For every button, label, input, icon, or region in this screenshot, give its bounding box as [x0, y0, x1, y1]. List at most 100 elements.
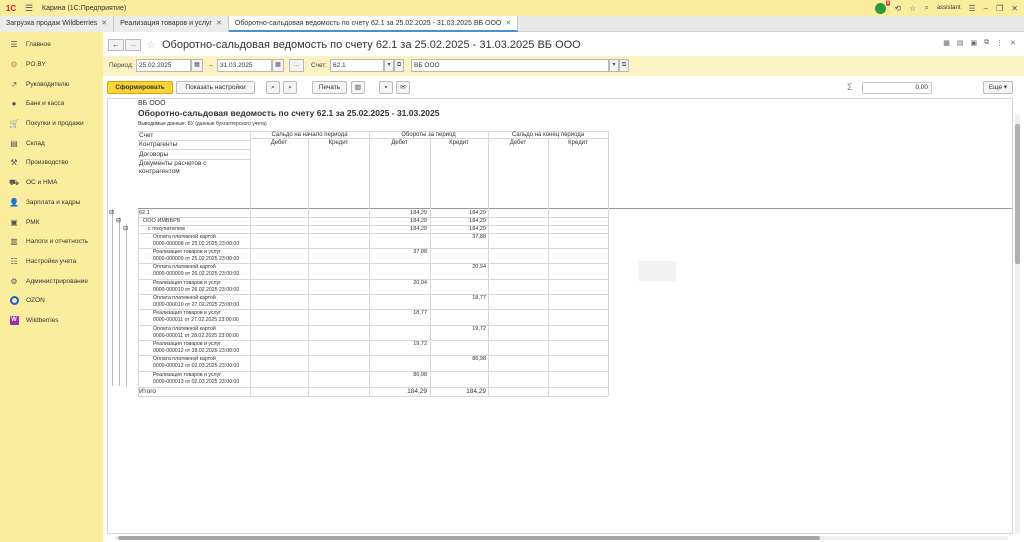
1c-logo: 1С [5, 3, 17, 13]
user-name[interactable]: assistant [937, 5, 961, 11]
sidebar-item-manager[interactable]: ↗ Руководителю [0, 74, 103, 94]
scrollbar-thumb[interactable] [118, 536, 820, 540]
chevron-down-icon[interactable]: ▾ [609, 59, 619, 72]
document-row[interactable]: Оплата платежной картой 0000-000010 от 27… [153, 295, 265, 308]
doc-credit: 19,72 [472, 326, 486, 332]
warehouse-icon: ▤ [10, 138, 18, 148]
row-turnover-debit: 184,29 [410, 226, 427, 232]
account-input[interactable]: 62.1 [330, 59, 384, 72]
back-button[interactable]: ← [108, 39, 124, 51]
notifications-icon[interactable]: 9 [875, 0, 891, 14]
sidebar-item-bank[interactable]: ● Банк и касса [0, 94, 103, 114]
collapse-group-icon[interactable]: ⊟ [116, 217, 121, 224]
sidebar-item-label: РМК [26, 218, 40, 226]
doc-line2: 0000-000011 от 28.02.2025 23:00:00 [153, 332, 239, 339]
col-credit: Кредит [568, 140, 588, 146]
sidebar-item-production[interactable]: ⚒ Производство [0, 153, 103, 173]
close-tab-icon[interactable]: ✕ [505, 20, 511, 27]
col-settlement-docs: Документы расчетов с контрагентом [139, 160, 207, 175]
cart-icon: 🛒 [9, 119, 19, 129]
calendar-icon[interactable]: ▦ [191, 59, 203, 72]
sidebar-item-wildberries[interactable]: W Wildberries [0, 311, 103, 331]
collapse-group-icon[interactable]: ⊟ [123, 225, 128, 232]
person-icon: 👤 [9, 197, 19, 207]
admin-gear-icon: ⚙ [10, 276, 18, 286]
sidebar-item-warehouse[interactable]: ▤ Склад [0, 133, 103, 153]
open-link-icon[interactable]: ⧉ [394, 59, 404, 72]
col-account: Счет [139, 132, 154, 139]
forward-button[interactable]: → [125, 39, 141, 51]
open-link-icon[interactable]: ⧉ [619, 59, 629, 72]
doc-line2: 0000-000010 от 27.02.2025 23:00:00 [153, 301, 240, 308]
save-icon[interactable]: ▪ [379, 81, 393, 94]
print-icon[interactable]: ▤ [957, 39, 964, 47]
document-row[interactable]: Реализация товаров и услуг 0000-000011 от… [153, 310, 265, 323]
report-title: Оборотно-сальдовая ведомость по счету 62… [138, 108, 440, 118]
restore-icon[interactable]: ❐ [996, 4, 1003, 13]
favorites-star-icon[interactable]: ☆ [909, 4, 916, 13]
close-window-icon[interactable]: ✕ [1011, 4, 1018, 13]
tab-sales-invoice[interactable]: Реализация товаров и услуг ✕ [114, 16, 229, 32]
sidebar-item-administration[interactable]: ⚙ Администрирование [0, 271, 103, 291]
sidebar-item-poby[interactable]: ⚙ PO.BY [0, 55, 103, 75]
more-menu-button[interactable]: Еще ▾ [983, 81, 1013, 94]
chevron-down-icon[interactable]: ▾ [384, 59, 394, 72]
minimize-icon[interactable]: – [984, 4, 988, 13]
app-titlebar: 1С ☰ Карина (1С:Предприятие) 9 ⟲ ☆ ⌕ ass… [0, 0, 1024, 16]
save-to-file-icon[interactable]: ▦ [943, 39, 950, 47]
tab-balance-sheet[interactable]: Оборотно-сальдовая ведомость по счету 62… [228, 16, 519, 32]
collapse-group-icon[interactable]: ⊟ [109, 209, 114, 216]
close-tab-icon[interactable]: ✕ [101, 20, 107, 27]
compare-icon[interactable]: ▣ [971, 39, 978, 47]
sidebar-item-main[interactable]: ☰ Главное [0, 35, 103, 55]
sidebar-item-accounting-settings[interactable]: ☷ Настройки учета [0, 252, 103, 272]
document-row[interactable]: Оплата платежной картой 0000-000012 от 02… [153, 356, 265, 369]
show-settings-button[interactable]: Показать настройки [176, 81, 255, 94]
document-row[interactable]: Оплата платежной картой 0000-000009 от 26… [153, 264, 265, 277]
tab-wildberries-sales[interactable]: Загрузка продаж Wildberries ✕ [0, 16, 115, 32]
organization-input[interactable]: ВБ ООО [411, 59, 609, 72]
choose-period-button[interactable]: ... [289, 59, 304, 72]
sidebar-item-fixed-assets[interactable]: ⛟ ОС и НМА [0, 173, 103, 193]
print-button[interactable]: Печать [312, 81, 347, 94]
close-form-icon[interactable]: ✕ [1010, 39, 1016, 47]
scrollbar-thumb[interactable] [1015, 124, 1020, 264]
sidebar-item-payroll[interactable]: 👤 Зарплата и кадры [0, 193, 103, 213]
search-next-icon[interactable]: ⌕ [283, 81, 297, 94]
preview-icon[interactable]: ▥ [351, 81, 365, 94]
document-row[interactable]: Реализация товаров и услуг 0000-000013 от… [153, 372, 265, 385]
calendar-icon[interactable]: ▦ [272, 59, 284, 72]
document-row[interactable]: Оплата платежной картой 0000-000011 от 28… [153, 326, 265, 339]
document-row[interactable]: Реализация товаров и услуг 0000-000009 от… [153, 249, 265, 262]
document-row[interactable]: Реализация товаров и услуг 0000-000012 от… [153, 341, 265, 354]
col-debit: Дебет [509, 140, 527, 146]
report-icon: ▥ [10, 237, 18, 247]
send-email-icon[interactable]: ✉ [396, 81, 410, 94]
history-icon[interactable]: ⟲ [894, 4, 901, 13]
close-tab-icon[interactable]: ✕ [216, 20, 222, 27]
generate-button[interactable]: Сформировать [107, 81, 173, 94]
row-turnover-credit: 184,29 [469, 210, 486, 216]
sidebar-item-rmk[interactable]: ▣ РМК [0, 212, 103, 232]
more-actions-icon[interactable]: ⋮ [996, 39, 1003, 47]
period-label: Период: [109, 62, 134, 69]
spreadsheet-report[interactable]: ВБ ООО Оборотно-сальдовая ведомость по с… [107, 98, 1013, 534]
period-start-input[interactable]: 25.02.2025 [136, 59, 191, 72]
link-icon[interactable]: ⧉ [984, 39, 989, 47]
document-row[interactable]: Реализация товаров и услуг 0000-000010 от… [153, 280, 265, 293]
search-icon[interactable]: ⌕ [924, 3, 928, 13]
settings-menu-icon[interactable]: ☰ [969, 4, 976, 13]
period-end-input[interactable]: 31.03.2025 [217, 59, 272, 72]
search-icon[interactable]: ⌕ [266, 81, 280, 94]
doc-debit: 18,77 [413, 310, 427, 316]
bookmark-star-icon[interactable]: ☆ [147, 40, 156, 51]
main-menu-icon[interactable]: ☰ [22, 3, 36, 14]
document-row[interactable]: Оплата платежной картой 0000-000008 от 25… [153, 234, 265, 247]
sidebar-item-purchases-sales[interactable]: 🛒 Покупки и продажи [0, 114, 103, 134]
sidebar-item-label: Производство [26, 159, 69, 167]
sidebar-item-ozon[interactable]: OZON [0, 291, 103, 311]
vertical-scrollbar[interactable] [1015, 114, 1020, 534]
doc-debit: 20,94 [413, 280, 427, 286]
horizontal-scrollbar[interactable] [115, 536, 1008, 540]
sidebar-item-taxes[interactable]: ▥ Налоги и отчетность [0, 232, 103, 252]
